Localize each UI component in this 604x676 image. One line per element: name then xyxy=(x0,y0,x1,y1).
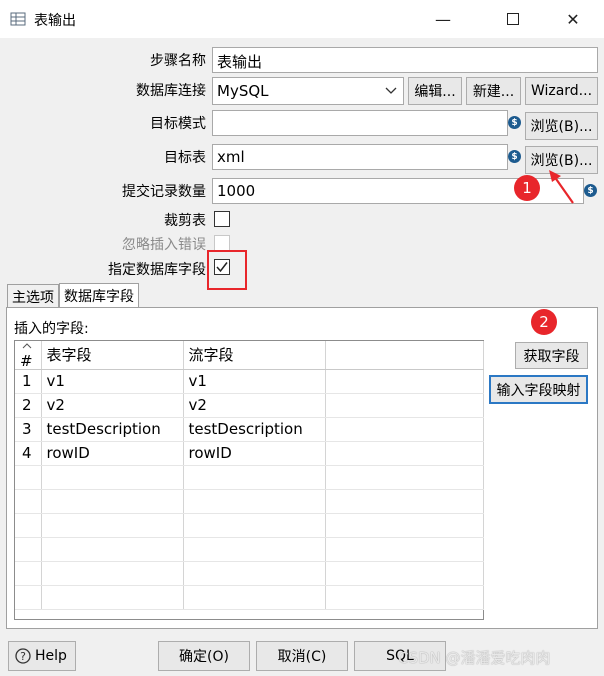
table-row[interactable]: 4 rowID rowID xyxy=(15,441,484,466)
annotation-badge-two: 2 xyxy=(531,309,557,335)
stream-field-cell[interactable]: rowID xyxy=(183,441,326,466)
window-title: 表输出 xyxy=(34,13,76,29)
db-connection-select[interactable]: MySQL xyxy=(212,77,404,105)
empty-row xyxy=(15,537,484,562)
col-header-table-field[interactable]: 表字段 xyxy=(41,341,184,370)
table-output-icon xyxy=(10,12,26,26)
step-name-label: 步骤名称 xyxy=(150,53,206,69)
grid-header-row: # 表字段 流字段 xyxy=(15,341,484,370)
annotation-badge-one: 1 xyxy=(514,175,540,201)
db-connection-value: MySQL xyxy=(217,82,269,100)
empty-row xyxy=(15,513,484,538)
tab-main-options[interactable]: 主选项 xyxy=(7,284,59,308)
variable-icon: $ xyxy=(584,184,597,197)
ignore-errors-label: 忽略插入错误 xyxy=(122,237,206,253)
highlight-box xyxy=(207,250,247,290)
map-fields-button[interactable]: 输入字段映射 xyxy=(489,375,588,404)
new-connection-button[interactable]: 新建... xyxy=(466,77,521,105)
col-header-empty xyxy=(325,341,484,370)
stream-field-cell[interactable]: v1 xyxy=(183,369,326,394)
fields-panel-title: 插入的字段: xyxy=(14,321,89,337)
get-fields-button[interactable]: 获取字段 xyxy=(515,342,588,369)
table-field-cell[interactable]: rowID xyxy=(41,441,184,466)
maximize-icon[interactable] xyxy=(490,0,536,38)
step-name-input[interactable]: 表输出 xyxy=(212,47,598,73)
row-num: 3 xyxy=(15,417,42,442)
variable-icon: $ xyxy=(508,150,521,163)
table-row[interactable]: 2 v2 v2 xyxy=(15,393,484,418)
help-icon: ? xyxy=(15,648,31,664)
watermark: CSDN @潘潘爱吃肉肉 xyxy=(398,649,551,667)
empty-row xyxy=(15,489,484,514)
target-table-label: 目标表 xyxy=(164,150,206,166)
db-connection-label: 数据库连接 xyxy=(136,83,206,99)
stream-field-cell[interactable]: testDescription xyxy=(183,417,326,442)
col-header-stream-field[interactable]: 流字段 xyxy=(183,341,326,370)
truncate-label: 裁剪表 xyxy=(164,213,206,229)
empty-row xyxy=(15,585,484,610)
target-schema-input[interactable] xyxy=(212,110,508,136)
chevron-down-icon xyxy=(385,87,397,94)
edit-connection-button[interactable]: 编辑... xyxy=(408,77,462,105)
ok-button[interactable]: 确定(O) xyxy=(158,641,250,671)
empty-row xyxy=(15,561,484,586)
col-header-num[interactable]: # xyxy=(15,341,42,370)
tab-database-fields[interactable]: 数据库字段 xyxy=(59,283,139,309)
variable-icon: $ xyxy=(508,116,521,129)
ignore-errors-checkbox xyxy=(214,235,230,251)
close-icon[interactable]: ✕ xyxy=(550,0,596,38)
browse-schema-button[interactable]: 浏览(B)... xyxy=(525,112,598,140)
cancel-button[interactable]: 取消(C) xyxy=(256,641,348,671)
table-field-cell[interactable]: testDescription xyxy=(41,417,184,442)
target-table-input[interactable]: xml xyxy=(212,144,508,170)
sort-icon xyxy=(22,343,32,349)
truncate-checkbox[interactable] xyxy=(214,211,230,227)
table-field-cell[interactable]: v1 xyxy=(41,369,184,394)
row-num: 2 xyxy=(15,393,42,418)
wizard-button[interactable]: Wizard... xyxy=(525,77,598,105)
svg-text:?: ? xyxy=(20,650,26,663)
table-row[interactable]: 1 v1 v1 xyxy=(15,369,484,394)
stream-field-cell[interactable]: v2 xyxy=(183,393,326,418)
row-num: 1 xyxy=(15,369,42,394)
annotation-arrow-icon xyxy=(549,170,574,204)
target-schema-label: 目标模式 xyxy=(150,116,206,132)
specify-fields-label: 指定数据库字段 xyxy=(108,262,206,278)
help-button[interactable]: ? Help xyxy=(8,641,76,671)
commit-size-label: 提交记录数量 xyxy=(122,184,206,200)
table-row[interactable]: 3 testDescription testDescription xyxy=(15,417,484,442)
empty-row xyxy=(15,465,484,490)
row-num: 4 xyxy=(15,441,42,466)
fields-grid: # 表字段 流字段 1 v1 v1 2 v2 v2 3 testDescript… xyxy=(14,340,484,620)
table-field-cell[interactable]: v2 xyxy=(41,393,184,418)
title-bar: 表输出 — ✕ xyxy=(0,0,604,38)
minimize-icon[interactable]: — xyxy=(420,0,466,38)
